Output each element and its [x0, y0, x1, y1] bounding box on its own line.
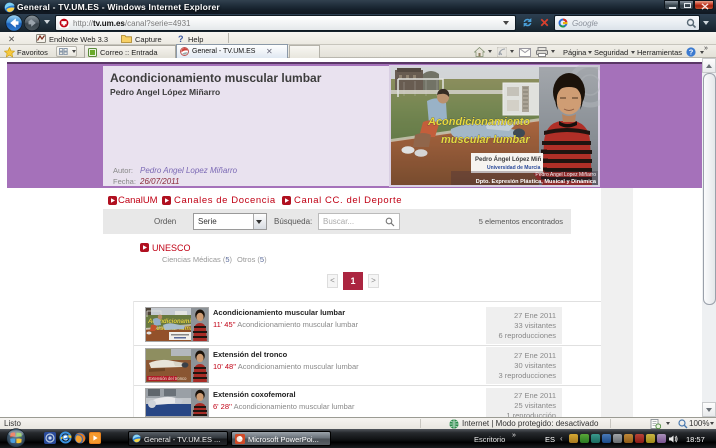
svg-text:Pedro Ángel López Miñ: Pedro Ángel López Miñ — [475, 156, 542, 163]
svg-text:Pedro Angel Lopez Miñarro: Pedro Angel Lopez Miñarro — [535, 172, 596, 178]
svg-text:Dpto. Expresión Plástica, Musi: Dpto. Expresión Plástica, Musical y Diná… — [476, 179, 597, 185]
svg-text:Extensión del tronco: Extensión del tronco — [149, 376, 188, 381]
svg-text:Universidad de Murcia: Universidad de Murcia — [487, 165, 541, 171]
svg-text:Acondicionamiento: Acondicionamiento — [427, 116, 530, 128]
svg-text:muscular lumbar: muscular lumbar — [441, 134, 530, 146]
svg-text:?: ? — [689, 47, 694, 56]
